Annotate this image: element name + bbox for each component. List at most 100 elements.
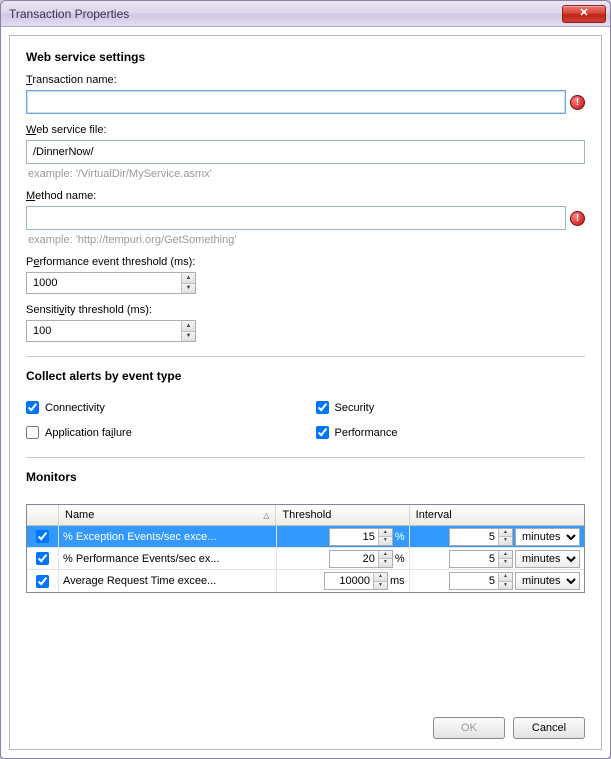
sensitivity-threshold-input[interactable]	[27, 321, 181, 341]
label-sensitivity-threshold: Sensitivity threshold (ms):	[26, 304, 585, 316]
spin-up-icon[interactable]: ▲	[182, 321, 195, 332]
threshold-unit: %	[395, 553, 405, 565]
row-checkbox[interactable]	[36, 552, 49, 565]
interval-spinner[interactable]: ▲▼	[449, 572, 513, 590]
example-web-service-file: example: '/VirtualDir/MyService.asmx'	[28, 168, 585, 180]
header-interval[interactable]: Interval	[410, 505, 584, 525]
close-button[interactable]: ✕	[562, 5, 606, 23]
row-threshold-cell: ▲▼%	[277, 526, 409, 547]
spin-up-icon[interactable]: ▲	[374, 573, 387, 582]
checkbox-label: Security	[335, 402, 375, 414]
spin-down-icon[interactable]: ▼	[182, 284, 195, 294]
interval-input[interactable]	[450, 573, 498, 589]
example-method-name: example: 'http://tempuri.org/GetSomethin…	[28, 234, 585, 246]
row-threshold-cell: ▲▼%	[277, 548, 409, 569]
sensitivity-threshold-spinner[interactable]: ▲ ▼	[26, 320, 196, 342]
row-interval-cell: ▲▼minutes	[410, 526, 584, 547]
spin-down-icon[interactable]: ▼	[499, 537, 512, 545]
row-checkbox[interactable]	[36, 575, 49, 588]
table-row[interactable]: Average Request Time excee...▲▼ms▲▼minut…	[27, 570, 584, 592]
row-threshold-cell: ▲▼ms	[277, 570, 409, 592]
row-checkbox[interactable]	[36, 530, 49, 543]
row-interval-cell: ▲▼minutes	[410, 570, 584, 592]
section-collect-alerts: Collect alerts by event type	[26, 369, 585, 383]
perf-threshold-input[interactable]	[27, 273, 181, 293]
table-row[interactable]: % Performance Events/sec ex...▲▼%▲▼minut…	[27, 548, 584, 570]
cancel-button[interactable]: Cancel	[513, 717, 585, 739]
section-web-service: Web service settings	[26, 50, 585, 64]
threshold-input[interactable]	[330, 551, 378, 567]
checkbox-label: Application failure	[45, 427, 132, 439]
threshold-spinner[interactable]: ▲▼	[329, 528, 393, 546]
perf-threshold-spinner[interactable]: ▲ ▼	[26, 272, 196, 294]
checkbox-input[interactable]	[316, 426, 329, 439]
spin-up-icon[interactable]: ▲	[499, 573, 512, 582]
spin-up-icon[interactable]: ▲	[379, 529, 392, 538]
row-check-cell	[27, 548, 59, 569]
spin-up-icon[interactable]: ▲	[379, 551, 392, 560]
spin-up-icon[interactable]: ▲	[499, 529, 512, 538]
client-area: Web service settings Transaction name: !…	[1, 27, 610, 758]
header-name[interactable]: Name △	[59, 505, 276, 525]
interval-input[interactable]	[450, 529, 498, 545]
dialog-window: Transaction Properties ✕ Web service set…	[0, 0, 611, 759]
threshold-input[interactable]	[325, 573, 373, 589]
checkbox-input[interactable]	[316, 401, 329, 414]
monitors-table: Name △ Threshold Interval % Exception Ev…	[26, 504, 585, 593]
separator	[26, 356, 585, 357]
interval-unit-select[interactable]: minutes	[515, 528, 580, 546]
window-title: Transaction Properties	[9, 7, 562, 21]
threshold-unit: %	[395, 531, 405, 543]
sort-asc-icon: △	[263, 511, 269, 520]
interval-input[interactable]	[450, 551, 498, 567]
section-monitors: Monitors	[26, 470, 585, 484]
titlebar[interactable]: Transaction Properties ✕	[1, 1, 610, 27]
interval-spinner[interactable]: ▲▼	[449, 550, 513, 568]
checkbox-label: Connectivity	[45, 402, 105, 414]
table-row[interactable]: % Exception Events/sec exce...▲▼%▲▼minut…	[27, 526, 584, 548]
checkbox-performance[interactable]: Performance	[316, 426, 586, 439]
row-check-cell	[27, 570, 59, 592]
spin-down-icon[interactable]: ▼	[379, 537, 392, 545]
table-header: Name △ Threshold Interval	[27, 505, 584, 526]
row-interval-cell: ▲▼minutes	[410, 548, 584, 569]
row-name-cell: % Performance Events/sec ex...	[59, 548, 277, 569]
threshold-spinner[interactable]: ▲▼	[324, 572, 388, 590]
interval-unit-select[interactable]: minutes	[515, 550, 580, 568]
spin-up-icon[interactable]: ▲	[182, 273, 195, 284]
spin-down-icon[interactable]: ▼	[499, 559, 512, 567]
label-web-service-file: Web service file:	[26, 124, 585, 136]
inner-panel: Web service settings Transaction name: !…	[9, 35, 602, 750]
web-service-file-input[interactable]	[26, 140, 585, 164]
header-threshold[interactable]: Threshold	[276, 505, 409, 525]
error-icon: !	[570, 211, 585, 226]
ok-button[interactable]: OK	[433, 717, 505, 739]
header-check[interactable]	[27, 505, 59, 525]
threshold-spinner[interactable]: ▲▼	[329, 550, 393, 568]
method-name-input[interactable]	[26, 206, 566, 230]
threshold-unit: ms	[390, 575, 405, 587]
button-bar: OK Cancel	[26, 703, 585, 739]
header-name-label: Name	[65, 509, 94, 521]
row-check-cell	[27, 526, 59, 547]
checkbox-input[interactable]	[26, 401, 39, 414]
separator	[26, 457, 585, 458]
transaction-name-input[interactable]	[26, 90, 566, 114]
interval-spinner[interactable]: ▲▼	[449, 528, 513, 546]
checkbox-security[interactable]: Security	[316, 401, 586, 414]
checkbox-input[interactable]	[26, 426, 39, 439]
spin-down-icon[interactable]: ▼	[182, 332, 195, 342]
threshold-input[interactable]	[330, 529, 378, 545]
spin-down-icon[interactable]: ▼	[499, 582, 512, 590]
checkbox-label: Performance	[335, 427, 398, 439]
spin-up-icon[interactable]: ▲	[499, 551, 512, 560]
spin-down-icon[interactable]: ▼	[379, 559, 392, 567]
row-name-cell: % Exception Events/sec exce...	[59, 526, 277, 547]
label-method-name: Method name:	[26, 190, 585, 202]
checkbox-app-failure[interactable]: Application failure	[26, 426, 296, 439]
checkbox-connectivity[interactable]: Connectivity	[26, 401, 296, 414]
spin-down-icon[interactable]: ▼	[374, 582, 387, 590]
interval-unit-select[interactable]: minutes	[515, 572, 580, 590]
row-name-cell: Average Request Time excee...	[59, 570, 277, 592]
error-icon: !	[570, 95, 585, 110]
